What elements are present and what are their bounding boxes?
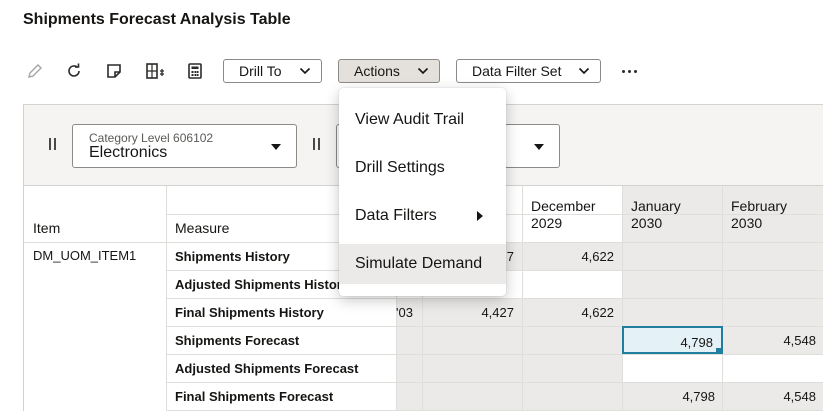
data-filter-set-button[interactable]: Data Filter Set	[456, 59, 601, 83]
item-column-header: Item	[33, 220, 61, 236]
menu-item-view-audit-trail[interactable]: View Audit Trail	[339, 100, 506, 140]
selected-cell-value: 4,798	[680, 335, 713, 350]
drill-to-label: Drill To	[239, 63, 282, 79]
item-name: DM_UOM_ITEM1	[33, 248, 137, 263]
measure-cell: Final Shipments History	[175, 305, 324, 320]
data-filter-set-label: Data Filter Set	[472, 63, 562, 79]
category-level-value: Electronics	[89, 144, 168, 161]
fill-handle[interactable]	[716, 348, 721, 353]
data-cell[interactable]: '03	[396, 305, 422, 320]
data-cell[interactable]: 4,427	[422, 305, 522, 320]
chevron-down-icon	[299, 67, 311, 75]
measure-column-header: Measure	[175, 220, 230, 236]
category-level-select[interactable]: Category Level 606102 Electronics	[72, 124, 297, 168]
readonly-cell	[623, 270, 823, 298]
actions-button[interactable]: Actions	[338, 59, 440, 83]
selected-data-cell[interactable]: 4,798	[622, 326, 723, 354]
submenu-arrow-icon	[477, 211, 483, 221]
actions-dropdown-menu: View Audit Trail Drill Settings Data Fil…	[339, 88, 506, 296]
drag-handle-icon[interactable]	[49, 138, 57, 150]
drill-to-button[interactable]: Drill To	[223, 59, 322, 83]
december-header-line1: December	[531, 198, 596, 214]
data-cell[interactable]: 4,622	[522, 305, 622, 320]
menu-item-data-filters[interactable]: Data Filters	[339, 196, 506, 236]
january-header-line1: January	[631, 198, 681, 214]
february-header-line1: February	[731, 198, 788, 214]
menu-item-simulate-demand[interactable]: Simulate Demand	[339, 244, 506, 284]
chevron-down-icon	[417, 67, 429, 75]
readonly-cell	[396, 326, 623, 354]
data-cell[interactable]: 4,548	[722, 333, 823, 348]
chevron-down-icon	[578, 67, 590, 75]
data-cell[interactable]: 4,622	[522, 249, 622, 264]
menu-item-label: Drill Settings	[355, 159, 445, 176]
data-cell[interactable]: 4,798	[622, 389, 723, 404]
note-icon[interactable]	[101, 58, 127, 84]
refresh-icon[interactable]	[61, 58, 87, 84]
readonly-cell	[396, 354, 623, 382]
menu-item-label: Simulate Demand	[355, 255, 483, 272]
actions-label: Actions	[354, 63, 400, 79]
caret-down-icon	[271, 144, 281, 150]
data-cell[interactable]: 4,548	[722, 389, 823, 404]
more-horizontal-icon[interactable]	[617, 58, 641, 84]
measure-cell: Shipments Forecast	[175, 333, 300, 348]
grid-settings-icon[interactable]	[142, 58, 168, 84]
menu-item-drill-settings[interactable]: Drill Settings	[339, 148, 506, 188]
december-header-line2: 2029	[531, 215, 563, 231]
menu-item-label: View Audit Trail	[355, 111, 465, 128]
category-level-label: Category Level 606102	[89, 131, 214, 145]
measure-cell: Adjusted Shipments Forecast	[175, 361, 359, 376]
calculator-icon[interactable]	[182, 58, 208, 84]
toolbar: Drill To Actions Data Filter Set	[0, 58, 823, 84]
drag-handle-icon[interactable]	[313, 138, 321, 150]
february-header-line2: 2030	[731, 215, 763, 231]
menu-item-label: Data Filters	[355, 207, 437, 224]
pencil-icon[interactable]	[22, 58, 48, 84]
january-header-line2: 2030	[631, 215, 663, 231]
readonly-cell	[623, 242, 823, 270]
page-title: Shipments Forecast Analysis Table	[23, 11, 291, 28]
measure-cell: Final Shipments Forecast	[175, 389, 334, 404]
caret-down-icon	[534, 144, 544, 150]
